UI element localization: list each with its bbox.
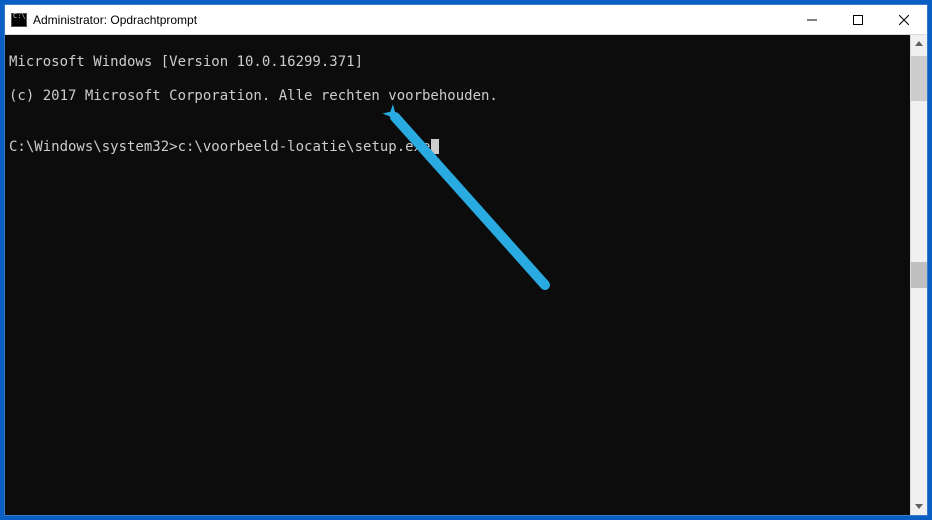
console-line: Microsoft Windows [Version 10.0.16299.37… xyxy=(9,54,906,71)
command-prompt-window: Administrator: Opdrachtprompt Microsoft … xyxy=(4,4,928,516)
text-cursor xyxy=(431,139,439,154)
annotation-arrow xyxy=(375,95,595,315)
cmd-icon xyxy=(11,13,27,27)
vertical-scrollbar[interactable] xyxy=(910,35,927,515)
scroll-track[interactable] xyxy=(911,52,927,498)
maximize-button[interactable] xyxy=(835,5,881,34)
prompt-line: C:\Windows\system32>c:\voorbeeld-locatie… xyxy=(9,139,906,156)
titlebar[interactable]: Administrator: Opdrachtprompt xyxy=(5,5,927,35)
window-title: Administrator: Opdrachtprompt xyxy=(33,13,789,27)
typed-command: c:\voorbeeld-locatie\setup.exe xyxy=(178,139,431,156)
scroll-thumb[interactable] xyxy=(911,56,927,101)
scroll-thumb-secondary[interactable] xyxy=(911,262,927,289)
console-output[interactable]: Microsoft Windows [Version 10.0.16299.37… xyxy=(5,35,910,515)
scroll-down-button[interactable] xyxy=(911,498,927,515)
scroll-up-button[interactable] xyxy=(911,35,927,52)
console-line: (c) 2017 Microsoft Corporation. Alle rec… xyxy=(9,88,906,105)
window-controls xyxy=(789,5,927,34)
prompt-path: C:\Windows\system32> xyxy=(9,139,178,156)
close-button[interactable] xyxy=(881,5,927,34)
console-area: Microsoft Windows [Version 10.0.16299.37… xyxy=(5,35,927,515)
minimize-button[interactable] xyxy=(789,5,835,34)
